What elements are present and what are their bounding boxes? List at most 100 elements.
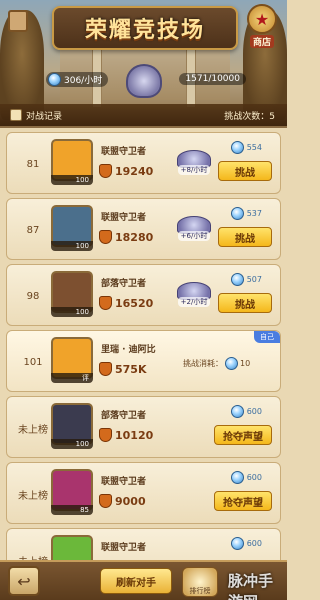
reward-badge: +6/小时: [167, 213, 221, 243]
gem-icon: [230, 207, 244, 220]
power-number: 18280: [115, 230, 154, 244]
power-number: 19240: [115, 164, 154, 178]
arena-emblem-icon: [126, 64, 162, 98]
player-name: 联盟守卫者: [101, 477, 147, 487]
score-value: 1571/10000: [185, 74, 240, 84]
gem-icon: [225, 357, 238, 370]
energy-stat: 306/小时: [46, 71, 109, 87]
cost-number: 537: [246, 209, 262, 218]
cost-value: 554: [230, 141, 262, 154]
gem-icon: [230, 471, 244, 484]
reward-badge: +2/小时: [167, 279, 221, 309]
player-name: 部落守卫者: [101, 411, 147, 421]
leaderboard-button[interactable]: 排行榜: [182, 567, 218, 597]
cost-number: 600: [246, 407, 262, 416]
shop-label: 商店: [249, 35, 274, 48]
opponent-list[interactable]: 81 100 联盟守卫者 19240 +8/小时 554 挑战 87 100 联…: [0, 128, 287, 560]
power-value: 16520: [99, 296, 153, 310]
player-name: 联盟守卫者: [101, 543, 147, 553]
gem-icon: [48, 72, 61, 86]
power-value: 19240: [99, 164, 153, 178]
player-name: 部落守卫者: [101, 279, 147, 289]
challenge-button[interactable]: 挑战: [218, 293, 272, 313]
cost-value: 600: [230, 405, 262, 418]
energy-value: 306/小时: [64, 75, 103, 86]
shop-button[interactable]: ★ 商店: [245, 4, 279, 50]
power-value: 18280: [99, 230, 153, 244]
shop-icon: ★: [247, 4, 277, 34]
cost-value: 507: [230, 273, 262, 286]
cost-number: 554: [246, 143, 262, 152]
challenge-button[interactable]: 挑战: [218, 161, 272, 181]
rank-number: 87: [26, 224, 40, 236]
title-banner: 荣耀竞技场: [52, 6, 238, 50]
gem-icon: [230, 273, 244, 286]
avatar-level: 100: [51, 241, 93, 251]
avatar-level: 评: [51, 373, 93, 383]
arena-header: 荣耀竞技场 ★ 商店 306/小时 1571/10000 对战记录 挑战次数：5: [0, 0, 287, 128]
avatar-level: 100: [51, 307, 93, 317]
list-item: 未上榜 联盟守卫者 600: [6, 528, 281, 560]
page-title: 荣耀竞技场: [84, 18, 205, 43]
refresh-opponents-button[interactable]: 刷新对手: [100, 568, 172, 594]
shield-icon: [99, 362, 112, 376]
cost-number: 600: [246, 539, 262, 548]
list-item: 未上榜 100 部落守卫者 10120 600 抢夺声望: [6, 396, 281, 458]
challenge-cost-label: 挑战消耗：: [183, 359, 223, 368]
power-value: 9000: [99, 494, 146, 508]
challenge-button[interactable]: 挑战: [218, 227, 272, 247]
challenge-count: 挑战次数：5: [224, 111, 275, 122]
gem-icon: [230, 537, 244, 550]
battle-records-link[interactable]: 对战记录: [10, 109, 62, 122]
avatar[interactable]: [51, 535, 93, 560]
shield-icon: [99, 428, 112, 442]
seize-prestige-button[interactable]: 抢夺声望: [214, 425, 272, 445]
shield-icon: [99, 494, 112, 508]
gem-icon: [230, 141, 244, 154]
player-name: 联盟守卫者: [101, 147, 147, 157]
cost-number: 600: [246, 473, 262, 482]
power-number: 9000: [115, 494, 146, 508]
seize-prestige-button[interactable]: 抢夺声望: [214, 491, 272, 511]
info-bar: 对战记录 挑战次数：5: [0, 104, 287, 126]
notes-icon[interactable]: [8, 10, 28, 32]
list-item: 81 100 联盟守卫者 19240 +8/小时 554 挑战: [6, 132, 281, 194]
cost-value: 600: [230, 471, 262, 484]
list-item: 98 100 部落守卫者 16520 +2/小时 507 挑战: [6, 264, 281, 326]
list-item: 未上榜 85 联盟守卫者 9000 600 抢夺声望: [6, 462, 281, 524]
back-button[interactable]: ↩: [8, 566, 40, 596]
rank-number: 未上榜: [18, 490, 48, 502]
shield-icon: [99, 230, 112, 244]
rank-number: 81: [26, 158, 40, 170]
power-value: 575K: [99, 362, 147, 376]
power-number: 10120: [115, 428, 154, 442]
list-item: 87 100 联盟守卫者 18280 +6/小时 537 挑战: [6, 198, 281, 260]
shield-icon: [99, 296, 112, 310]
power-number: 16520: [115, 296, 154, 310]
reward-rate: +6/小时: [177, 230, 211, 241]
scroll-icon: [10, 109, 22, 121]
cost-value: 537: [230, 207, 262, 220]
gem-icon: [230, 405, 244, 418]
power-value: 10120: [99, 428, 153, 442]
power-number: 575K: [115, 362, 147, 376]
player-name: 联盟守卫者: [101, 213, 147, 223]
avatar-level: 85: [51, 505, 93, 515]
cost-value: 600: [230, 537, 262, 550]
score-stat: 1571/10000: [179, 73, 246, 85]
watermark: 脉冲手游网: [228, 572, 274, 600]
shield-icon: [99, 164, 112, 178]
reward-rate: +8/小时: [177, 164, 211, 175]
cost-number: 507: [246, 275, 262, 284]
reward-rate: +2/小时: [177, 296, 211, 307]
reward-badge: +8/小时: [167, 147, 221, 177]
self-tag: 自己: [254, 331, 280, 343]
rank-number: 98: [26, 290, 40, 302]
back-arrow-icon: ↩: [17, 571, 31, 591]
rank-number: 未上榜: [15, 529, 51, 561]
avatar-level: 100: [51, 439, 93, 449]
challenge-cost-number: 10: [240, 359, 251, 368]
player-name: 里瑞 · 迪阿比: [101, 345, 156, 355]
list-item-self: 自己 101 评 里瑞 · 迪阿比 575K 挑战消耗： 10: [6, 330, 281, 392]
avatar-level: 100: [51, 175, 93, 185]
